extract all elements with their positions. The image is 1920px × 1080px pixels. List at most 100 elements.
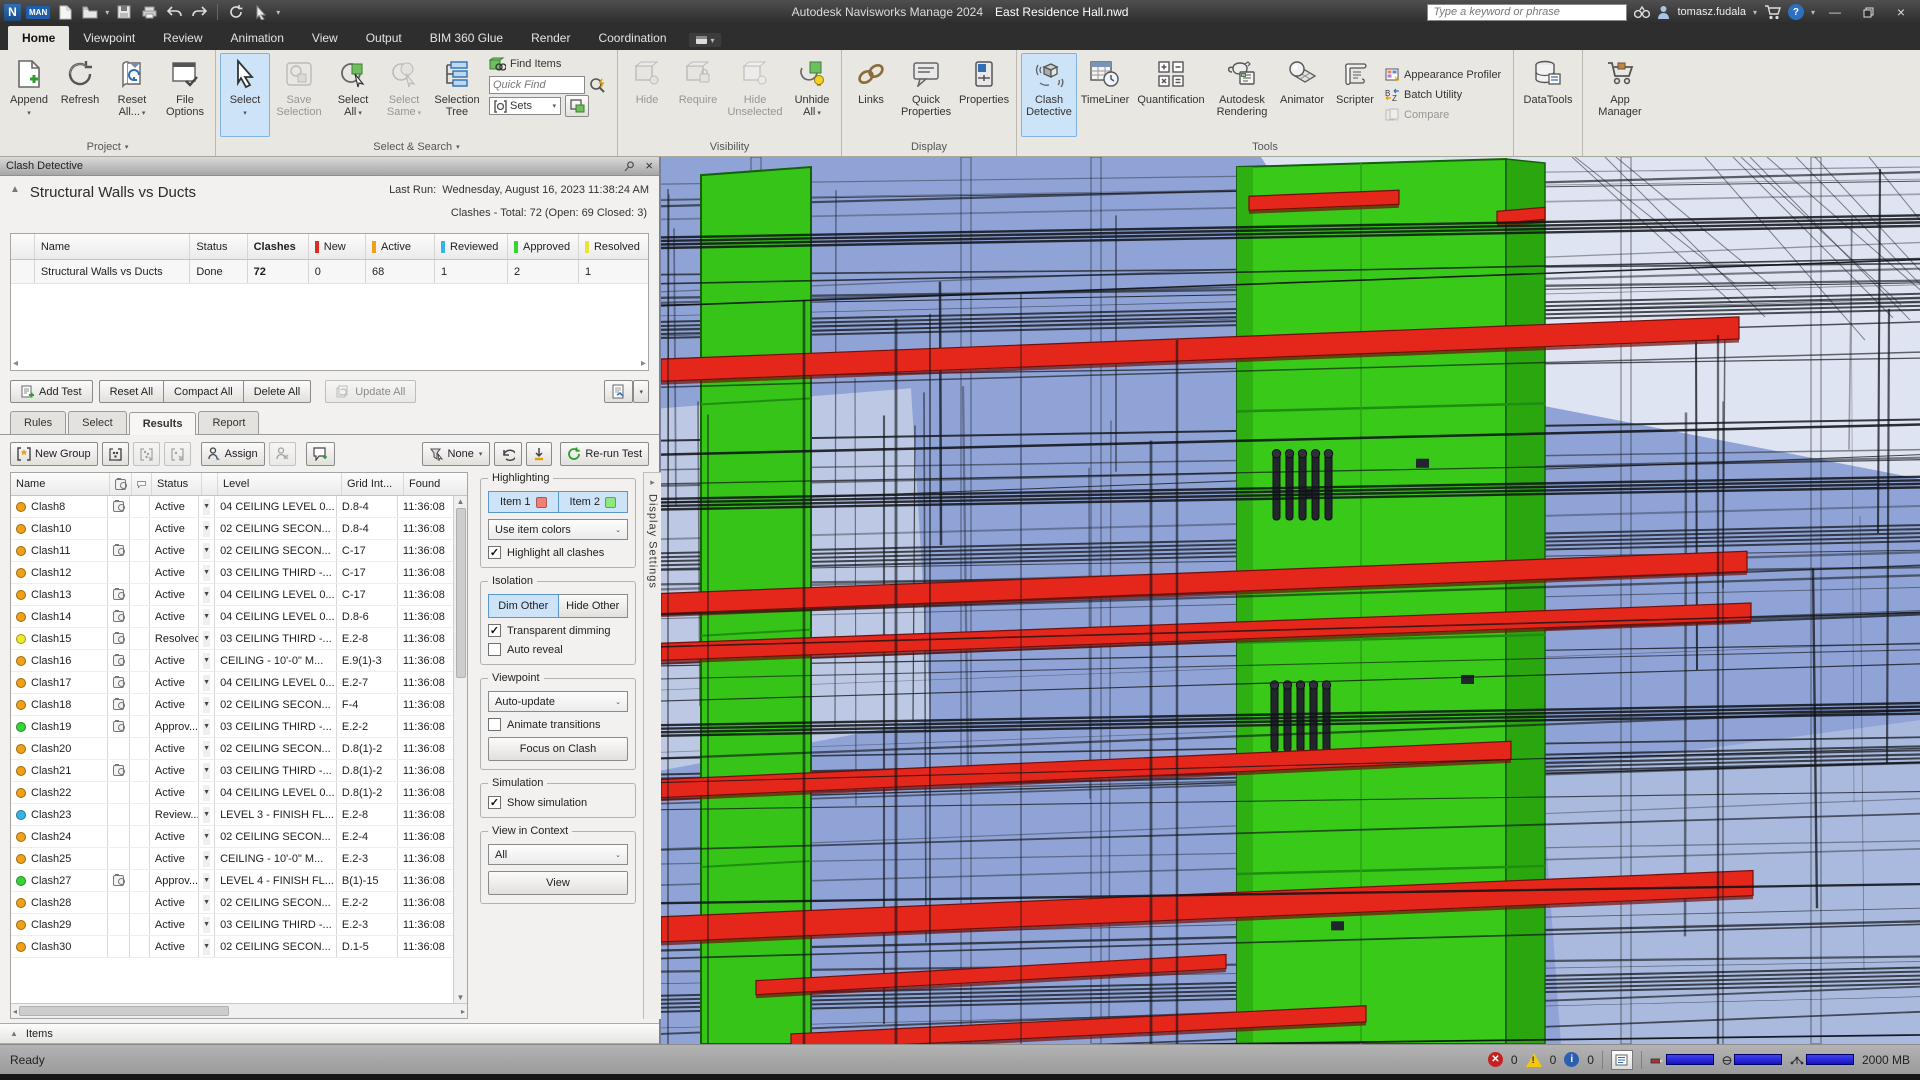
tests-col-reviewed[interactable]: Reviewed [435,234,508,259]
properties-button[interactable]: Properties [956,53,1012,137]
hide-other-toggle[interactable]: Hide Other [559,594,629,618]
result-row[interactable]: Clash17 Active ▼ 04 CEILING LEVEL 0... E… [11,672,453,694]
use-item-colors-dropdown[interactable]: Use item colors⌄ [488,519,628,540]
animator-button[interactable]: Animator [1275,53,1329,137]
user-icon[interactable] [1657,5,1670,20]
append-button[interactable]: Append▾ [4,53,54,137]
tests-col-status[interactable]: Status [190,234,247,259]
rerun-test-button[interactable]: Re-run Test [560,442,649,466]
tab-select[interactable]: Select [68,411,127,434]
results-vertical-scrollbar[interactable]: ▲ ▼ [453,496,467,1003]
viewpoint-mode-dropdown[interactable]: Auto-update⌄ [488,691,628,712]
status-dropdown-icon[interactable]: ▼ [203,521,210,537]
item2-toggle[interactable]: Item 2 [559,491,629,513]
hscroll-thumb[interactable] [19,1006,229,1016]
qat-customize-arrow-icon[interactable]: ▾ [276,8,280,17]
reset-all-menu-arrow-icon[interactable]: ▾ [140,110,145,117]
datatools-button[interactable]: DataTools [1518,53,1578,137]
tab-coordination[interactable]: Coordination [584,26,680,50]
tab-view[interactable]: View [298,26,352,50]
select-menu-arrow-icon[interactable]: ▾ [243,110,247,117]
items-bar[interactable]: ▲ Items [0,1023,659,1044]
status-dropdown-icon[interactable]: ▼ [203,631,210,647]
result-row[interactable]: Clash16 Active ▼ CEILING - 10'-0" M... E… [11,650,453,672]
status-dropdown-icon[interactable]: ▼ [203,565,210,581]
quick-find-icon[interactable] [589,77,606,93]
result-row[interactable]: Clash27 Approv... ▼ LEVEL 4 - FINISH FL.… [11,870,453,892]
tab-render[interactable]: Render [517,26,584,50]
timeliner-button[interactable]: TimeLiner [1078,53,1132,137]
result-row[interactable]: Clash21 Active ▼ 03 CEILING THIRD -... D… [11,760,453,782]
results-horizontal-scrollbar[interactable]: ◂ ▸ [11,1003,467,1018]
result-row[interactable]: Clash18 Active ▼ 02 CEILING SECON... F-4… [11,694,453,716]
tests-scroll-right-icon[interactable]: ▸ [641,358,646,369]
status-dropdown-icon[interactable]: ▼ [203,895,210,911]
sets-dropdown[interactable]: Sets ▾ [489,97,561,115]
results-col-comment[interactable] [132,473,152,495]
items-collapse-icon[interactable]: ▲ [10,1029,18,1038]
result-row[interactable]: Clash28 Active ▼ 02 CEILING SECON... E.2… [11,892,453,914]
results-table-header[interactable]: Name Status Level Grid Int... Found [11,473,467,496]
tests-col-name[interactable]: Name [35,234,191,259]
store-cart-icon[interactable] [1764,5,1781,20]
minimize-button[interactable]: — [1822,3,1848,21]
filter-arrow-icon[interactable]: ▾ [479,450,483,458]
tab-report[interactable]: Report [198,411,259,434]
info-icon[interactable]: i [1564,1052,1579,1067]
new-document-button[interactable] [55,3,75,21]
status-dropdown-icon[interactable]: ▼ [203,675,210,691]
tab-results[interactable]: Results [129,412,197,435]
app-manager-button[interactable]: App Manager [1587,53,1653,137]
tab-home[interactable]: Home [8,26,69,50]
result-row[interactable]: Clash14 Active ▼ 04 CEILING LEVEL 0... D… [11,606,453,628]
animate-transitions-checkbox[interactable]: Animate transitions [488,718,628,731]
results-col-found[interactable]: Found [404,473,460,495]
help-search-input[interactable] [1427,4,1627,21]
app-icon[interactable]: N [4,4,21,21]
focus-on-clash-button[interactable]: Focus on Clash [488,737,628,761]
redo-button[interactable] [189,3,209,21]
tests-col-new[interactable]: New [309,234,366,259]
user-menu-arrow-icon[interactable]: ▾ [1753,8,1757,17]
project-group-label[interactable]: Project▾ [0,137,215,156]
search-binoculars-icon[interactable] [1634,5,1650,19]
results-col-level[interactable]: Level [218,473,342,495]
status-dropdown-icon[interactable]: ▼ [203,719,210,735]
assign-button[interactable]: Assign [201,442,265,466]
sets-arrow-icon[interactable]: ▾ [552,102,556,110]
highlight-all-clashes-checkbox[interactable]: ✓Highlight all clashes [488,546,628,559]
results-col-status[interactable]: Status [152,473,202,495]
restore-button[interactable] [1855,3,1881,21]
select-search-group-label[interactable]: Select & Search▾ [216,137,617,156]
result-row[interactable]: Clash13 Active ▼ 04 CEILING LEVEL 0... C… [11,584,453,606]
tests-col-resolved[interactable]: Resolved [579,234,648,259]
clash-detective-panel-titlebar[interactable]: Clash Detective × [0,157,659,176]
collapse-test-chevron-icon[interactable]: ▲ [10,184,20,195]
find-items-button[interactable]: Find Items [489,55,609,73]
scripter-button[interactable]: Scripter [1330,53,1380,137]
transparent-dimming-checkbox[interactable]: ✓Transparent dimming [488,624,628,637]
select-cursor-quick-button[interactable] [251,3,271,21]
status-dropdown-icon[interactable]: ▼ [203,543,210,559]
status-dropdown-icon[interactable]: ▼ [203,587,210,603]
tests-scroll-left-icon[interactable]: ◂ [13,358,18,369]
scroll-thumb[interactable] [456,508,466,678]
status-dropdown-icon[interactable]: ▼ [203,829,210,845]
status-dropdown-icon[interactable]: ▼ [203,917,210,933]
status-dropdown-icon[interactable]: ▼ [203,785,210,801]
select-all-button[interactable]: Select All ▾ [328,53,378,137]
ribbon-display-toggle[interactable]: ▾ [689,33,721,47]
show-simulation-checkbox[interactable]: ✓Show simulation [488,796,628,809]
result-row[interactable]: Clash20 Active ▼ 02 CEILING SECON... D.8… [11,738,453,760]
append-menu-arrow-icon[interactable]: ▾ [27,110,31,117]
print-button[interactable] [139,3,159,21]
undo-button[interactable] [164,3,184,21]
open-menu-arrow-icon[interactable]: ▾ [105,8,109,17]
compact-all-button[interactable]: Compact All [163,380,244,403]
result-row[interactable]: Clash11 Active ▼ 02 CEILING SECON... C-1… [11,540,453,562]
report-menu-button[interactable]: ▾ [633,380,649,403]
tab-review[interactable]: Review [149,26,216,50]
delete-all-button[interactable]: Delete All [243,380,311,403]
result-row[interactable]: Clash19 Approv... ▼ 03 CEILING THIRD -..… [11,716,453,738]
add-test-button[interactable]: Add Test [10,380,93,403]
